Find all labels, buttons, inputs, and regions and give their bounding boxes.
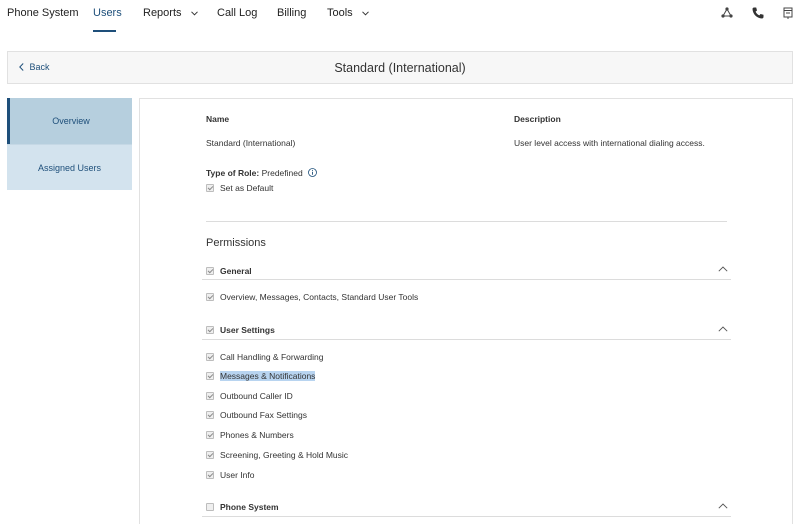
permission-item-label: Messages & Notifications xyxy=(220,371,316,381)
permission-item: Messages & Notifications xyxy=(206,371,316,381)
permission-section-phone-system: Phone System xyxy=(206,502,279,512)
permission-item-label: Overview, Messages, Contacts, Standard U… xyxy=(220,292,419,302)
divider xyxy=(206,221,727,222)
nav-call-log[interactable]: Call Log xyxy=(217,7,257,19)
general-section-label: General xyxy=(220,266,252,276)
permission-item-label: Outbound Fax Settings xyxy=(220,410,307,420)
permission-item-label: Call Handling & Forwarding xyxy=(220,352,324,362)
section-divider xyxy=(202,516,731,517)
info-icon[interactable] xyxy=(308,168,317,177)
set-as-default-label: Set as Default xyxy=(220,183,274,193)
description-column-header: Description xyxy=(514,114,561,124)
network-icon[interactable] xyxy=(720,6,734,20)
permission-section-general: General xyxy=(206,266,252,276)
permission-item: Overview, Messages, Contacts, Standard U… xyxy=(206,292,418,302)
sidebar-item-assigned-users[interactable]: Assigned Users xyxy=(7,144,132,190)
phone-system-checkbox[interactable] xyxy=(206,503,214,511)
user-settings-section-label: User Settings xyxy=(220,325,275,335)
permission-checkbox[interactable] xyxy=(206,353,214,361)
permission-checkbox[interactable] xyxy=(206,392,214,400)
permission-checkbox[interactable] xyxy=(206,431,214,439)
role-type-value: Predefined xyxy=(261,168,303,178)
permission-checkbox[interactable] xyxy=(206,372,214,380)
permission-item-label: Outbound Caller ID xyxy=(220,391,293,401)
set-as-default-checkbox[interactable] xyxy=(206,184,214,192)
permissions-title: Permissions xyxy=(206,237,266,249)
role-description: User level access with international dia… xyxy=(514,138,705,148)
permission-checkbox[interactable] xyxy=(206,411,214,419)
page-title: Standard (International) xyxy=(334,61,466,75)
section-divider xyxy=(202,339,731,340)
permission-item: Call Handling & Forwarding xyxy=(206,352,323,362)
role-details-panel: Name Description Standard (International… xyxy=(139,98,793,524)
permission-section-user-settings: User Settings xyxy=(206,325,275,335)
phone-icon[interactable] xyxy=(751,6,765,20)
name-column-header: Name xyxy=(206,114,230,124)
permission-item: User Info xyxy=(206,470,255,480)
general-checkbox[interactable] xyxy=(206,267,214,275)
sidebar-item-overview[interactable]: Overview xyxy=(7,98,132,144)
section-divider xyxy=(202,279,731,280)
chevron-up-icon[interactable] xyxy=(718,503,728,509)
role-type-label: Type of Role: xyxy=(206,168,260,178)
permission-checkbox[interactable] xyxy=(206,293,214,301)
permission-item: Phones & Numbers xyxy=(206,430,294,440)
notifications-icon[interactable] xyxy=(781,6,795,20)
nav-tools[interactable]: Tools xyxy=(327,7,369,19)
header-bar: Back Standard (International) xyxy=(7,51,793,84)
permission-checkbox[interactable] xyxy=(206,451,214,459)
role-type: Type of Role: Predefined xyxy=(206,168,317,178)
top-navigation: Phone System Users Reports Call Log Bill… xyxy=(0,0,800,38)
role-name: Standard (International) xyxy=(206,138,296,148)
nav-reports[interactable]: Reports xyxy=(143,7,198,19)
chevron-up-icon[interactable] xyxy=(718,326,728,332)
nav-reports-label: Reports xyxy=(143,7,182,19)
chevron-down-icon xyxy=(190,11,198,16)
set-as-default-option: Set as Default xyxy=(206,183,273,193)
permission-checkbox[interactable] xyxy=(206,471,214,479)
nav-phone-system[interactable]: Phone System xyxy=(7,7,79,19)
permission-item: Screening, Greeting & Hold Music xyxy=(206,450,348,460)
chevron-down-icon xyxy=(361,11,369,16)
user-settings-checkbox[interactable] xyxy=(206,326,214,334)
permission-item: Outbound Caller ID xyxy=(206,391,293,401)
phone-system-section-label: Phone System xyxy=(220,502,279,512)
nav-tools-label: Tools xyxy=(327,7,353,19)
permission-item-label: User Info xyxy=(220,470,255,480)
sidebar: Overview Assigned Users xyxy=(7,98,132,190)
nav-users[interactable]: Users xyxy=(93,7,122,19)
nav-active-indicator xyxy=(93,30,116,32)
nav-billing[interactable]: Billing xyxy=(277,7,306,19)
permission-item-label: Phones & Numbers xyxy=(220,430,294,440)
chevron-up-icon[interactable] xyxy=(718,266,728,272)
permission-item: Outbound Fax Settings xyxy=(206,410,307,420)
permission-item-label: Screening, Greeting & Hold Music xyxy=(220,450,349,460)
